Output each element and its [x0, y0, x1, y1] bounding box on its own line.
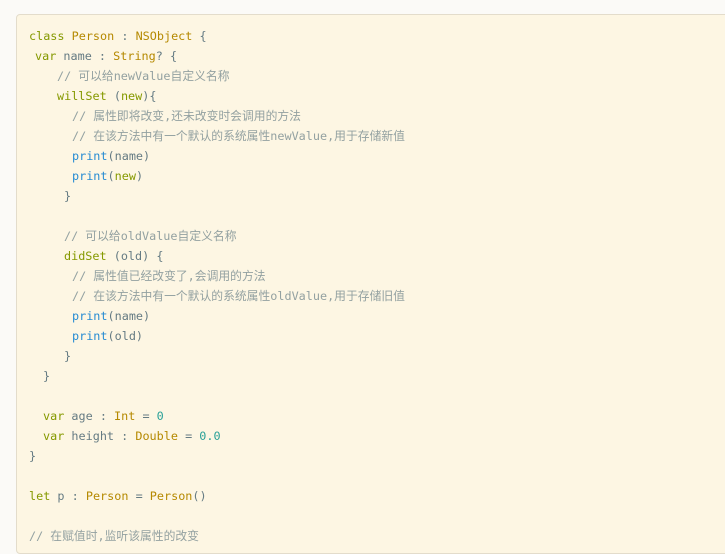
plain-token: :: [114, 29, 136, 43]
plain-token: ){: [142, 89, 157, 103]
code-line: var age : Int = 0: [17, 406, 405, 426]
plain-token: name :: [63, 49, 114, 63]
code-content: class Person : NSObject {var name : Stri…: [17, 26, 405, 546]
plain-token: (old) {: [113, 249, 164, 263]
type-token: String: [113, 49, 156, 63]
number-token: 0.0: [199, 429, 221, 443]
code-block: class Person : NSObject {var name : Stri…: [16, 14, 725, 554]
plain-token: (): [192, 489, 207, 503]
plain-token: }: [64, 349, 72, 363]
plain-token: height :: [71, 429, 136, 443]
plain-token: ? {: [155, 49, 178, 63]
code-line: var name : String? {: [17, 46, 405, 66]
code-line: didSet (old) {: [17, 246, 405, 266]
function-token: print: [72, 149, 108, 163]
number-token: 0: [156, 409, 164, 423]
keyword-token: var: [35, 49, 64, 63]
type-token: Int: [114, 409, 136, 423]
keyword-token: didSet: [64, 249, 114, 263]
code-line: // 可以给newValue自定义名称: [17, 66, 405, 86]
comment-token: // 在该方法中有一个默认的系统属性newValue,用于存储新值: [72, 129, 405, 143]
type-token: Person: [149, 489, 193, 503]
comment-token: // 可以给oldValue自定义名称: [64, 229, 237, 243]
type-token: Double: [135, 429, 178, 443]
code-line: }: [17, 366, 405, 386]
code-line: print(new): [17, 166, 405, 186]
code-line: class Person : NSObject {: [17, 26, 405, 46]
code-line: }: [17, 446, 405, 466]
comment-token: // 在赋值时,监听该属性的改变: [29, 529, 199, 543]
code-line: print(name): [17, 146, 405, 166]
code-line: // 可以给oldValue自定义名称: [17, 226, 405, 246]
type-token: Person: [71, 29, 115, 43]
type-token: NSObject: [135, 29, 193, 43]
plain-token: =: [177, 429, 200, 443]
code-line: willSet (new){: [17, 86, 405, 106]
plain-token: {: [192, 29, 207, 43]
comment-token: // 属性即将改变,还未改变时会调用的方法: [72, 109, 301, 123]
plain-token: }: [29, 449, 37, 463]
plain-token: }: [64, 189, 72, 203]
plain-token: =: [135, 409, 157, 423]
keyword-token: var: [43, 429, 72, 443]
plain-token: (name): [107, 309, 151, 323]
plain-token: ): [135, 169, 144, 183]
keyword-token: new: [114, 169, 136, 183]
comment-token: // 在该方法中有一个默认的系统属性oldValue,用于存储旧值: [72, 289, 405, 303]
code-line: // 在该方法中有一个默认的系统属性oldValue,用于存储旧值: [17, 286, 405, 306]
code-line: // 在赋值时,监听该属性的改变: [17, 526, 405, 546]
comment-token: // 可以给newValue自定义名称: [57, 69, 230, 83]
plain-token: (name): [107, 149, 151, 163]
plain-token: p :: [57, 489, 86, 503]
plain-token: age :: [71, 409, 115, 423]
code-line: let p : Person = Person(): [17, 486, 405, 506]
code-line: var height : Double = 0.0: [17, 426, 405, 446]
code-line: // 属性即将改变,还未改变时会调用的方法: [17, 106, 405, 126]
plain-token: (old): [107, 329, 144, 343]
plain-token: (: [113, 89, 121, 103]
code-line: }: [17, 346, 405, 366]
comment-token: // 属性值已经改变了,会调用的方法: [72, 269, 266, 283]
type-token: Person: [85, 489, 129, 503]
keyword-token: new: [120, 89, 143, 103]
keyword-token: class: [29, 29, 72, 43]
keyword-token: var: [43, 409, 72, 423]
keyword-token: let: [29, 489, 58, 503]
plain-token: (: [107, 169, 115, 183]
code-line: }: [17, 186, 405, 206]
code-line: print(name): [17, 306, 405, 326]
plain-token: =: [128, 489, 150, 503]
code-line: print(old): [17, 326, 405, 346]
code-line: // 属性值已经改变了,会调用的方法: [17, 266, 405, 286]
function-token: print: [72, 309, 108, 323]
function-token: print: [72, 329, 108, 343]
function-token: print: [72, 169, 108, 183]
plain-token: }: [43, 369, 51, 383]
keyword-token: willSet: [57, 89, 114, 103]
code-line: // 在该方法中有一个默认的系统属性newValue,用于存储新值: [17, 126, 405, 146]
